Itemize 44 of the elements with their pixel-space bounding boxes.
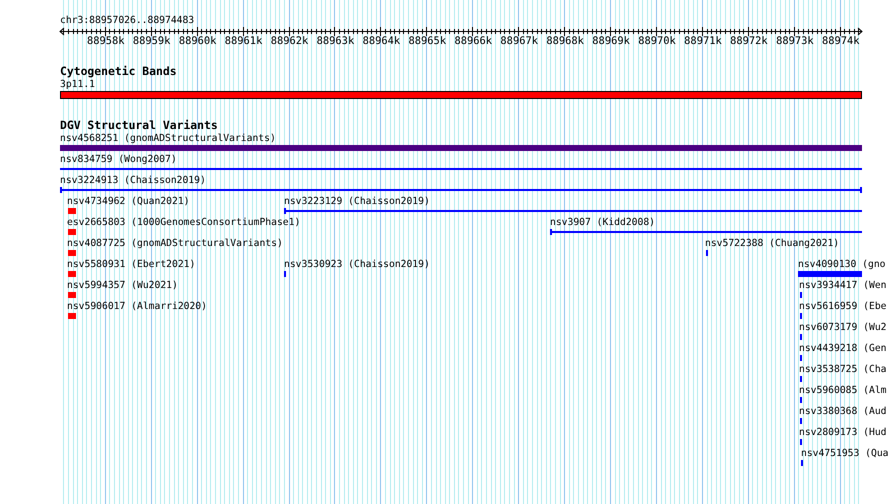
track-title: Cytogenetic Bands [60,66,177,78]
feature-label: esv2665803 (1000GenomesConsortiumPhase1) [67,218,300,228]
tick-label: 88962k [270,36,308,46]
tick-label: 88964k [362,36,400,46]
feature-label: nsv5960085 (Alm [799,386,886,396]
feature-label: nsv3538725 (Cha [799,365,886,375]
feature-label: nsv4568251 (gnomADStructuralVariants) [60,134,276,144]
tick-label: 88959k [132,36,170,46]
feature-label: nsv3223129 (Chaisson2019) [284,197,430,207]
tick-label: 88960k [178,36,216,46]
feature-label: nsv4090130 (gno [798,260,886,270]
tick-label: 88973k [776,36,814,46]
tick-label: 88958k [86,36,124,46]
feature-label: nsv3224913 (Chaisson2019) [60,176,206,186]
feature-label: nsv4087725 (gnomADStructuralVariants) [67,239,283,249]
feature-label: nsv3934417 (Wen [799,281,886,291]
tick-label: 88966k [454,36,492,46]
feature-label: nsv3907 (Kidd2008) [550,218,655,228]
tick-label: 88968k [546,36,584,46]
tick-label: 88970k [638,36,676,46]
feature-label: nsv5906017 (Almarri2020) [67,302,207,312]
tick-label: 88969k [592,36,630,46]
tick-label: 88963k [316,36,354,46]
tick-label: 88974k [822,36,860,46]
feature-label: nsv5580931 (Ebert2021) [67,260,196,270]
location-label: chr3:88957026..88974483 [60,16,194,26]
tick-label: 88971k [684,36,722,46]
feature-label: nsv4751953 (Qua [801,449,888,459]
tick-label: 88967k [500,36,538,46]
tick-label: 88961k [224,36,262,46]
feature-label: nsv5616959 (Ebe [799,302,886,312]
feature-label: nsv2809173 (Hud [799,428,886,438]
feature-label: nsv834759 (Wong2007) [60,155,177,165]
tick-label: 88965k [408,36,446,46]
feature-label: nsv4439218 (Gen [799,344,886,354]
feature-label: nsv4734962 (Quan2021) [67,197,190,207]
feature-label: nsv5722388 (Chuang2021) [705,239,840,249]
track-title: DGV Structural Variants [60,120,218,132]
feature-label: nsv3380368 (Aud [799,407,886,417]
feature-label: nsv3530923 (Chaisson2019) [284,260,430,270]
feature-label: 3p11.1 [60,80,95,90]
feature-label: nsv6073179 (Wu2 [799,323,886,333]
feature-label: nsv5994357 (Wu2021) [67,281,178,291]
tick-label: 88972k [730,36,768,46]
